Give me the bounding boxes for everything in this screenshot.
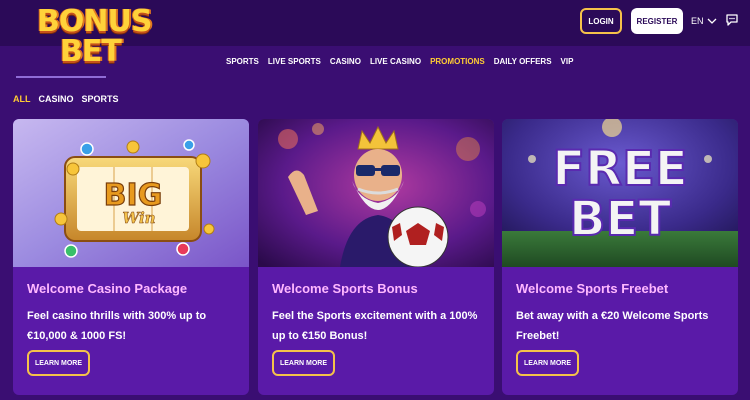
promo-card-freebet: FREE BET Welcome Sports Freebet Bet away… [502, 119, 738, 395]
logo-underline [16, 76, 106, 78]
register-button[interactable]: REGISTER [631, 8, 683, 34]
chevron-down-icon [707, 18, 716, 24]
card-title: Welcome Sports Bonus [272, 281, 418, 296]
nav-item-casino[interactable]: CASINO [330, 57, 361, 66]
casino-promo-image: BIG Win [13, 119, 249, 267]
win-script-text: Win [122, 209, 155, 227]
main-navigation: SPORTS LIVE SPORTS CASINO LIVE CASINO PR… [226, 57, 573, 66]
filter-sports[interactable]: SPORTS [82, 94, 119, 104]
language-selector[interactable]: EN [691, 14, 717, 28]
filter-all[interactable]: ALL [13, 94, 31, 104]
free-text: FREE [552, 141, 687, 197]
login-button[interactable]: LOGIN [580, 8, 622, 34]
promo-card-casino: BIG Win Welcome Casino Package Feel casi… [13, 119, 249, 395]
filter-casino[interactable]: CASINO [39, 94, 74, 104]
promo-card-sports: Welcome Sports Bonus Feel the Sports exc… [258, 119, 494, 395]
nav-item-sports[interactable]: SPORTS [226, 57, 259, 66]
promotion-filters: ALL CASINO SPORTS [13, 94, 119, 104]
nav-item-live-casino[interactable]: LIVE CASINO [370, 57, 421, 66]
sports-promo-image [258, 119, 494, 267]
card-description: Feel casino thrills with 300% up to €10,… [27, 310, 207, 342]
logo-text-line2: BET [60, 34, 122, 69]
freebet-promo-image: FREE BET [502, 119, 738, 267]
nav-item-vip[interactable]: VIP [561, 57, 574, 66]
card-title: Welcome Casino Package [27, 281, 188, 296]
card-description: Bet away with a €20 Welcome Sports Freeb… [516, 310, 709, 342]
learn-more-button[interactable]: LEARN MORE [516, 350, 579, 376]
nav-item-live-sports[interactable]: LIVE SPORTS [268, 57, 321, 66]
bonusbet-logo[interactable]: BONUS BET [30, 4, 152, 76]
big-win-text: BIG [104, 178, 163, 213]
chat-icon[interactable] [725, 13, 739, 27]
card-description: Feel the Sports excitement with a 100% u… [272, 310, 478, 342]
nav-item-promotions[interactable]: PROMOTIONS [430, 57, 485, 66]
bet-text: BET [569, 191, 671, 247]
nav-item-daily-offers[interactable]: DAILY OFFERS [494, 57, 552, 66]
learn-more-button[interactable]: LEARN MORE [27, 350, 90, 376]
learn-more-button[interactable]: LEARN MORE [272, 350, 335, 376]
language-label: EN [691, 16, 704, 26]
card-title: Welcome Sports Freebet [516, 281, 669, 296]
